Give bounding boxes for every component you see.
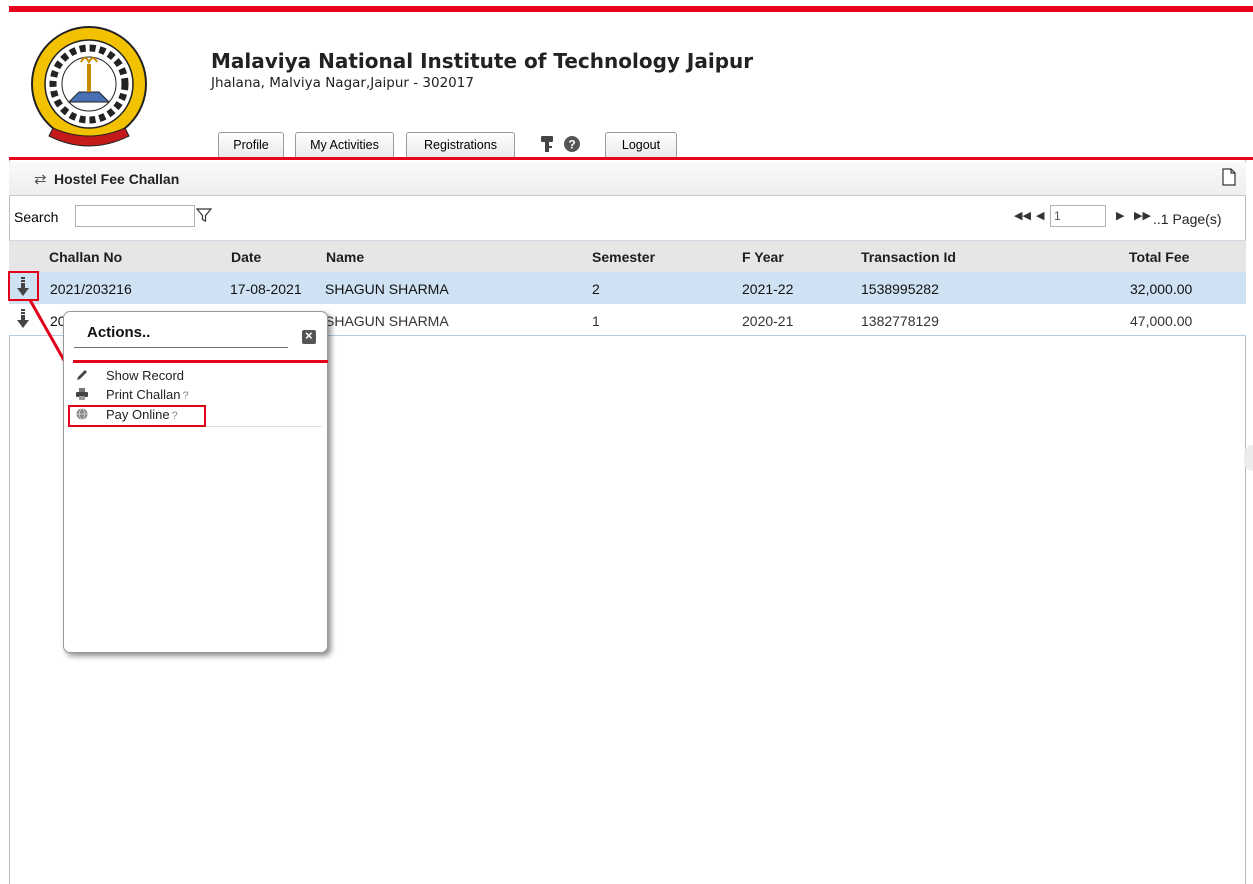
- menu-item-label: Print Challan?: [106, 387, 189, 402]
- printer-icon: [76, 388, 88, 400]
- menu-item-label: Show Record: [106, 368, 185, 383]
- side-scroll-handle[interactable]: [1244, 445, 1253, 471]
- help-mark: ?: [182, 390, 189, 402]
- popup-title: Actions..: [87, 324, 151, 341]
- popup-title-underline: [74, 347, 288, 348]
- menu-item-text: Print Challan: [106, 387, 181, 402]
- highlight-row-action-button: [8, 271, 39, 301]
- highlight-pay-online: [68, 405, 206, 427]
- popup-divider: [73, 360, 328, 363]
- actions-popup: Actions.. × Show Record Print Challan? P…: [63, 311, 328, 653]
- close-icon[interactable]: ×: [302, 328, 316, 344]
- pencil-icon: [77, 370, 87, 380]
